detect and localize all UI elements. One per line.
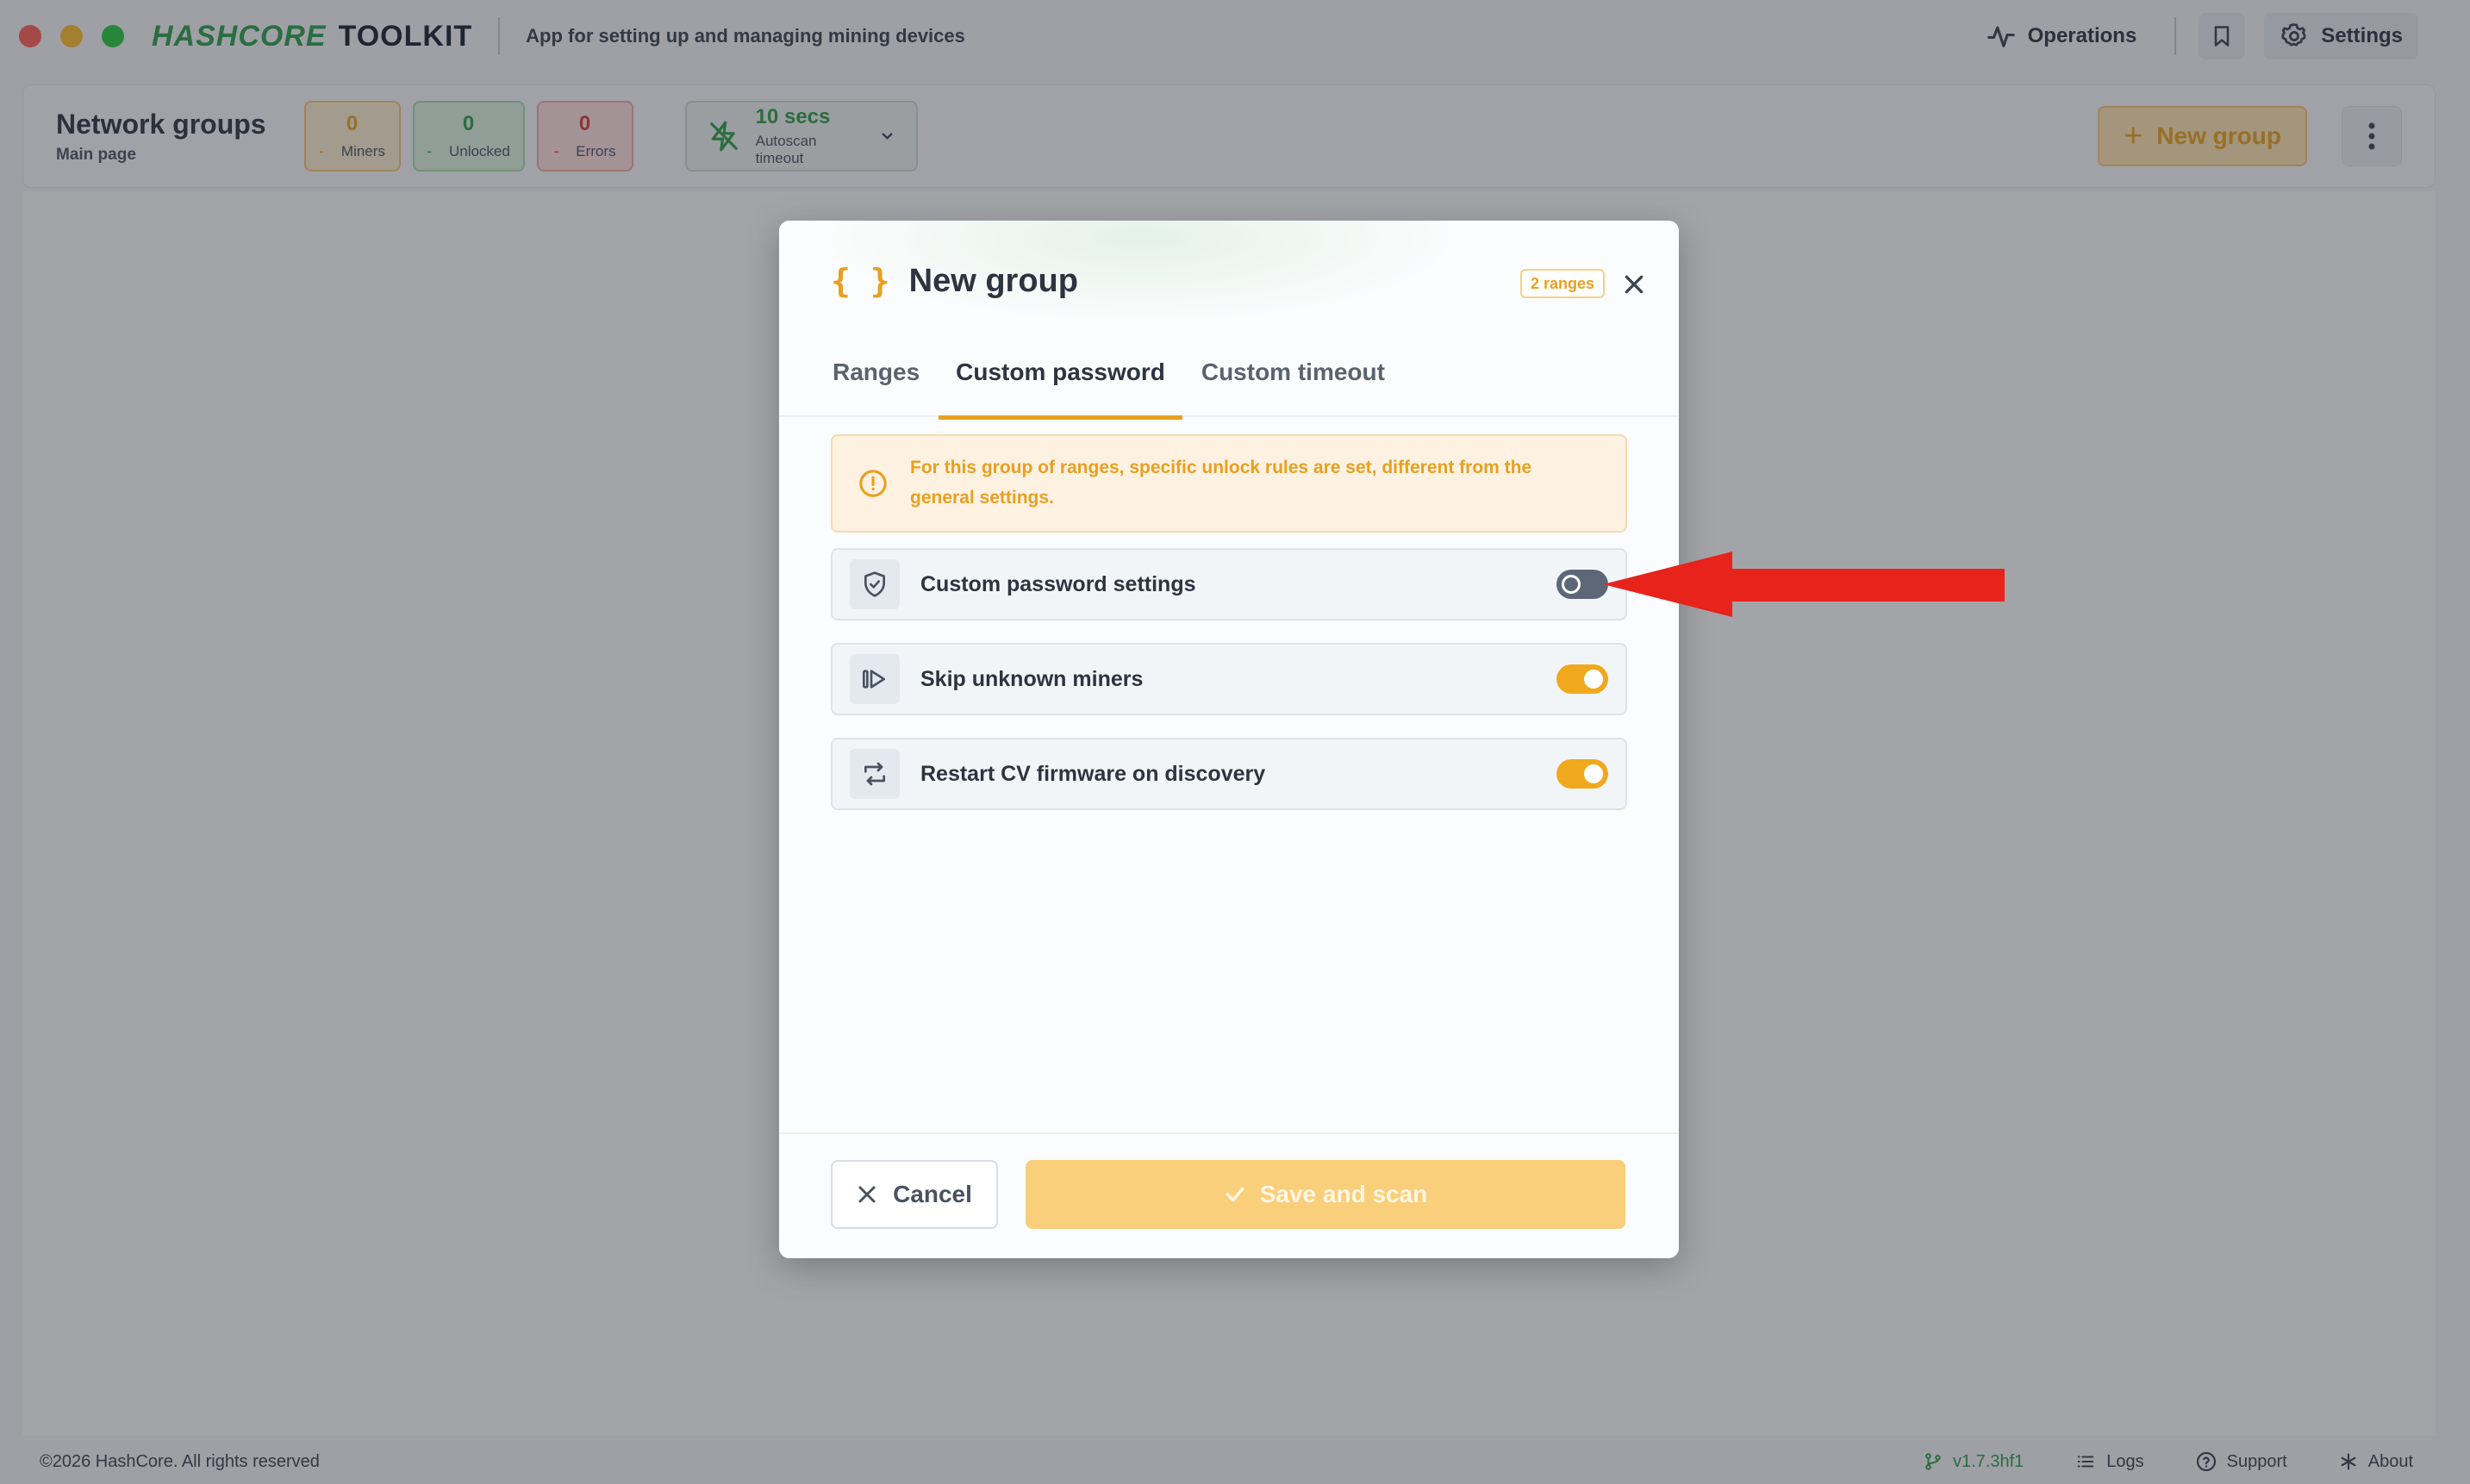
dialog-header: { } New group 2 ranges Ranges Custom pas… <box>779 221 1679 420</box>
restart-firmware-toggle[interactable] <box>1556 759 1608 789</box>
repeat-icon <box>864 762 885 786</box>
tab-custom-timeout[interactable]: Custom timeout <box>1184 350 1402 420</box>
save-and-scan-button[interactable]: Save and scan <box>1026 1160 1625 1229</box>
ranges-count-badge: 2 ranges <box>1520 269 1606 298</box>
option-custom-password: Custom password settings <box>831 548 1627 620</box>
dialog-tabs: Ranges Custom password Custom timeout <box>815 350 1402 420</box>
alert-text: For this group of ranges, specific unloc… <box>910 458 1532 508</box>
option-icon-box <box>850 654 900 704</box>
cancel-button[interactable]: Cancel <box>831 1160 998 1229</box>
skip-unknown-toggle[interactable] <box>1556 664 1608 694</box>
braces-icon: { } <box>831 262 890 300</box>
custom-password-toggle[interactable] <box>1556 570 1608 599</box>
new-group-dialog: { } New group 2 ranges Ranges Custom pas… <box>779 221 1679 1258</box>
check-icon <box>1226 1187 1244 1202</box>
option-label: Custom password settings <box>920 571 1196 596</box>
annotation-arrow <box>1603 552 2005 617</box>
cancel-label: Cancel <box>893 1181 972 1207</box>
option-restart-firmware: Restart CV firmware on discovery <box>831 738 1627 810</box>
close-icon <box>858 1186 876 1203</box>
info-alert: For this group of ranges, specific unloc… <box>831 434 1627 533</box>
dialog-close-button[interactable] <box>1615 265 1653 303</box>
option-label: Skip unknown miners <box>920 666 1144 691</box>
save-label: Save and scan <box>1259 1181 1428 1207</box>
dialog-title: New group <box>908 262 1078 299</box>
alert-circle-icon <box>859 470 887 497</box>
option-skip-unknown: Skip unknown miners <box>831 643 1627 715</box>
dialog-footer: Cancel Save and scan <box>779 1132 1679 1258</box>
option-label: Restart CV firmware on discovery <box>920 761 1266 786</box>
close-icon <box>1625 275 1644 294</box>
skip-forward-icon <box>863 670 885 689</box>
shield-check-icon <box>864 571 885 597</box>
tab-custom-password[interactable]: Custom password <box>939 350 1182 420</box>
option-icon-box <box>850 559 900 609</box>
option-icon-box <box>850 749 900 799</box>
tab-ranges[interactable]: Ranges <box>815 350 937 420</box>
